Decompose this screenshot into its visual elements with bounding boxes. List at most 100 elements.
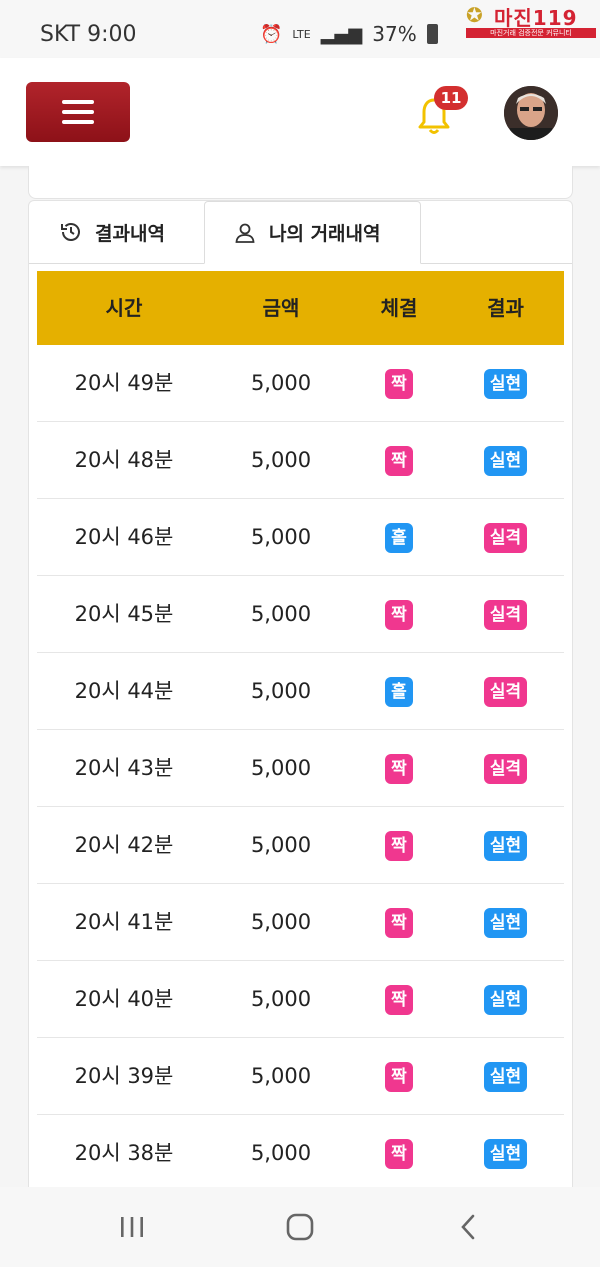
time-cell: 20시 49분 xyxy=(74,371,174,395)
tab-my-trades[interactable]: 나의 거래내역 xyxy=(204,201,421,264)
table-row: 20시 40분 5,000 짝 실현 xyxy=(37,961,564,1038)
result-badge: 실현 xyxy=(483,985,528,1015)
notification-badge: 11 xyxy=(434,86,468,110)
amount-cell: 5,000 xyxy=(250,1141,312,1165)
avatar[interactable] xyxy=(504,86,558,140)
side-badge: 짝 xyxy=(385,754,413,784)
column-header-time: 시간 xyxy=(105,296,143,320)
side-cell: 짝 xyxy=(351,576,447,652)
side-badge: 짝 xyxy=(385,600,413,630)
side-badge: 짝 xyxy=(385,908,413,938)
time-cell: 20시 40분 xyxy=(74,987,174,1011)
table-row: 20시 38분 5,000 짝 실현 xyxy=(37,1115,564,1192)
tab-results[interactable]: 결과내역 xyxy=(29,201,204,263)
history-panel: 결과내역 나의 거래내역 시간 금액 체결 결과 20시 49분 5,000 짝 실현… xyxy=(28,200,573,1202)
amount-cell: 5,000 xyxy=(250,371,312,395)
time-cell: 20시 44분 xyxy=(74,679,174,703)
watermark-subtitle: 마진거래 검증전문 커뮤니티 xyxy=(466,28,596,38)
result-cell: 실격 xyxy=(447,653,564,729)
result-cell: 실현 xyxy=(447,345,564,421)
time-cell: 20시 42분 xyxy=(74,833,174,857)
home-icon[interactable] xyxy=(280,1211,320,1243)
result-badge: 실현 xyxy=(483,908,528,938)
result-cell: 실격 xyxy=(447,730,564,806)
table-row: 20시 45분 5,000 짝 실격 xyxy=(37,576,564,653)
side-badge: 짝 xyxy=(385,446,413,476)
amount-cell: 5,000 xyxy=(250,448,312,472)
result-badge: 실현 xyxy=(483,369,528,399)
system-nav-bar xyxy=(0,1187,600,1267)
side-cell: 홀 xyxy=(351,499,447,575)
result-cell: 실현 xyxy=(447,961,564,1037)
signal-icon: ▂▄▆ xyxy=(320,23,363,45)
side-badge: 짝 xyxy=(385,1062,413,1092)
side-cell: 짝 xyxy=(351,884,447,960)
result-cell: 실현 xyxy=(447,807,564,883)
side-badge: 짝 xyxy=(385,369,413,399)
result-badge: 실격 xyxy=(483,523,528,553)
carrier-time: SKT 9:00 xyxy=(40,22,137,47)
tab-results-label: 결과내역 xyxy=(95,222,165,245)
table-row: 20시 42분 5,000 짝 실현 xyxy=(37,807,564,884)
side-badge: 홀 xyxy=(385,677,413,707)
side-badge: 짝 xyxy=(385,985,413,1015)
side-cell: 짝 xyxy=(351,422,447,498)
result-cell: 실격 xyxy=(447,576,564,652)
hamburger-line xyxy=(62,110,94,114)
amount-cell: 5,000 xyxy=(250,1064,312,1088)
time-cell: 20시 46분 xyxy=(74,525,174,549)
result-cell: 실현 xyxy=(447,1038,564,1114)
network-label: LTE xyxy=(292,27,311,41)
result-cell: 실현 xyxy=(447,1115,564,1191)
table-row: 20시 49분 5,000 짝 실현 xyxy=(37,345,564,422)
tab-my-trades-label: 나의 거래내역 xyxy=(269,223,381,245)
side-cell: 짝 xyxy=(351,1115,447,1191)
recent-apps-icon[interactable] xyxy=(112,1211,152,1243)
result-cell: 실현 xyxy=(447,884,564,960)
table-row: 20시 44분 5,000 홀 실격 xyxy=(37,653,564,730)
table-row: 20시 39분 5,000 짝 실현 xyxy=(37,1038,564,1115)
column-header-side: 체결 xyxy=(380,296,418,320)
time-cell: 20시 39분 xyxy=(74,1064,174,1088)
menu-button[interactable] xyxy=(26,82,130,142)
back-icon[interactable] xyxy=(448,1211,488,1243)
top-card xyxy=(28,166,573,199)
result-badge: 실격 xyxy=(483,600,528,630)
time-cell: 20시 38분 xyxy=(74,1141,174,1165)
table-row: 20시 41분 5,000 짝 실현 xyxy=(37,884,564,961)
watermark-title: 마진119 xyxy=(494,6,578,30)
amount-cell: 5,000 xyxy=(250,525,312,549)
table-row: 20시 48분 5,000 짝 실현 xyxy=(37,422,564,499)
side-cell: 홀 xyxy=(351,653,447,729)
tab-bar: 결과내역 나의 거래내역 xyxy=(29,201,572,264)
time-cell: 20시 45분 xyxy=(74,602,174,626)
table-body: 20시 49분 5,000 짝 실현 20시 48분 5,000 짝 실현 20시 46분 5,0… xyxy=(37,345,564,1192)
result-badge: 실현 xyxy=(483,446,528,476)
status-icons: ⏰ LTE ▂▄▆ 37% xyxy=(260,22,438,46)
column-header-amount: 금액 xyxy=(262,296,300,320)
column-header-result: 결과 xyxy=(487,296,524,320)
amount-cell: 5,000 xyxy=(250,910,312,934)
table-header: 시간 금액 체결 결과 xyxy=(37,271,564,345)
alarm-icon: ⏰ xyxy=(260,23,283,45)
battery-percent: 37% xyxy=(372,22,417,46)
side-cell: 짝 xyxy=(351,730,447,806)
hamburger-icon xyxy=(62,100,94,104)
hamburger-line xyxy=(62,120,94,124)
result-badge: 실격 xyxy=(483,677,528,707)
time-cell: 20시 43분 xyxy=(74,756,174,780)
side-cell: 짝 xyxy=(351,807,447,883)
time-cell: 20시 41분 xyxy=(74,910,174,934)
watermark-logo: ✪ 마진119 마진거래 검증전문 커뮤니티 xyxy=(466,2,596,38)
result-badge: 실격 xyxy=(483,754,528,784)
table-row: 20시 43분 5,000 짝 실격 xyxy=(37,730,564,807)
side-cell: 짝 xyxy=(351,345,447,421)
result-badge: 실현 xyxy=(483,831,528,861)
result-badge: 실현 xyxy=(483,1062,528,1092)
table-row: 20시 46분 5,000 홀 실격 xyxy=(37,499,564,576)
amount-cell: 5,000 xyxy=(250,987,312,1011)
user-icon xyxy=(235,223,255,243)
battery-icon xyxy=(426,24,438,44)
side-badge: 짝 xyxy=(385,1139,413,1169)
amount-cell: 5,000 xyxy=(250,602,312,626)
